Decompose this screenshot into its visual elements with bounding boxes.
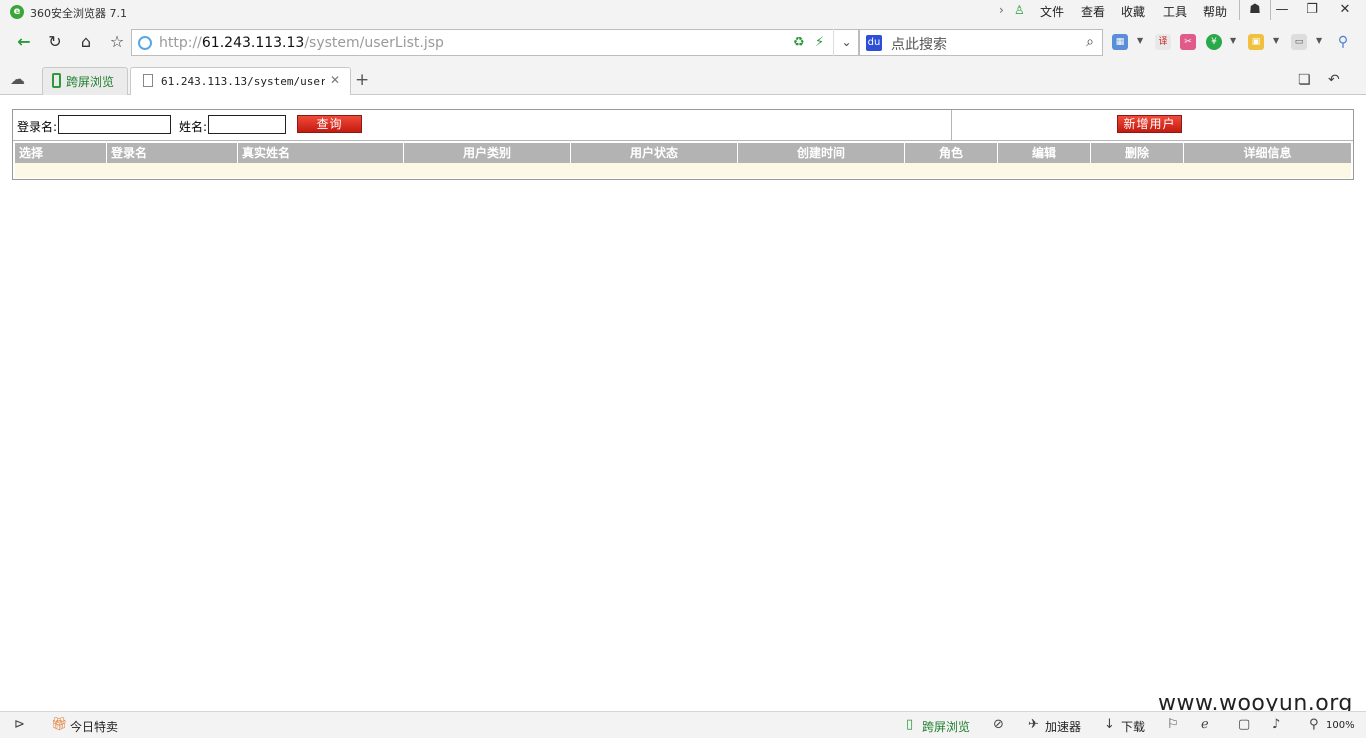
- address-bar[interactable]: http://61.243.113.13/system/userList.jsp…: [131, 29, 859, 56]
- chevron-right-icon[interactable]: ›: [999, 3, 1004, 17]
- add-user-button[interactable]: 新增用户: [1117, 115, 1182, 133]
- url-host: 61.243.113.13: [201, 35, 305, 51]
- query-button[interactable]: 查询: [297, 115, 362, 133]
- name-label: 姓名:: [179, 120, 208, 134]
- column-user-status: 用户状态: [571, 143, 738, 163]
- column-login-name: 登录名: [107, 143, 238, 163]
- tab-bar: ☁ 跨屏浏览 61.243.113.13/system/userLi: ✕: [0, 62, 1366, 96]
- column-role: 角色: [905, 143, 998, 163]
- split-view-link[interactable]: 跨屏浏览: [922, 718, 970, 735]
- lightning-icon[interactable]: ⚡: [815, 35, 824, 50]
- tab-user-list[interactable]: 61.243.113.13/system/userLi: ✕: [130, 67, 351, 96]
- shield-icon[interactable]: ¥: [1206, 34, 1222, 50]
- table-empty-row: [15, 163, 1351, 178]
- download-link[interactable]: 下载: [1121, 718, 1145, 735]
- translate-icon[interactable]: 译: [1155, 34, 1171, 50]
- form-divider: [951, 110, 952, 141]
- column-select: 选择: [15, 143, 107, 163]
- chevron-down-icon[interactable]: ⌄: [833, 29, 859, 56]
- volume-icon[interactable]: ♪: [1272, 717, 1280, 732]
- screenshot-icon[interactable]: ✂: [1180, 34, 1196, 50]
- menu-view[interactable]: 查看: [1081, 3, 1105, 20]
- login-name-label: 登录名:: [17, 120, 58, 134]
- baidu-icon[interactable]: du: [866, 35, 882, 51]
- search-input[interactable]: 点此搜索: [891, 34, 947, 54]
- security-icon[interactable]: ⊘: [993, 717, 1004, 732]
- table-header: 选择 登录名 真实姓名 用户类别 用户状态 创建时间 角色 编辑 删除 详细信息: [15, 143, 1351, 163]
- url-text[interactable]: http://61.243.113.13/system/userList.jsp: [159, 35, 444, 51]
- download-icon[interactable]: ↓: [1104, 717, 1115, 732]
- page-icon: [143, 74, 153, 87]
- ie-icon[interactable]: ℯ: [1201, 717, 1209, 732]
- accelerator-link[interactable]: 加速器: [1045, 718, 1081, 735]
- column-real-name: 真实姓名: [238, 143, 404, 163]
- magnifier-icon[interactable]: ⚲: [1335, 34, 1351, 50]
- caret-down-icon[interactable]: ▼: [1137, 36, 1143, 45]
- star-icon[interactable]: ☆: [104, 30, 130, 54]
- zoom-level[interactable]: 100%: [1326, 720, 1355, 731]
- name-input[interactable]: [208, 115, 286, 134]
- user-icon[interactable]: ♙: [1014, 3, 1025, 17]
- login-name-input[interactable]: [58, 115, 171, 134]
- search-form: 登录名: 姓名: 查询 新增用户: [13, 110, 1353, 141]
- flag-icon[interactable]: ⚐: [1167, 717, 1179, 732]
- menu-tools[interactable]: 工具: [1163, 3, 1187, 20]
- maximize-button[interactable]: ❐: [1296, 0, 1328, 20]
- user-list-panel: 登录名: 姓名: 查询 新增用户 选择 登录名 真实姓名 用户类别 用户状态 创…: [12, 109, 1354, 180]
- menu-help[interactable]: 帮助: [1203, 3, 1227, 20]
- page-content: 登录名: 姓名: 查询 新增用户 选择 登录名 真实姓名 用户类别 用户状态 创…: [0, 95, 1366, 711]
- column-user-type: 用户类别: [404, 143, 571, 163]
- status-bar: ⊳ 🎁︎ 今日特卖 ▯ 跨屏浏览 ⊘ ✈ 加速器 ↓ 下载 ⚐ ℯ ▢ ♪ ⚲ …: [0, 711, 1366, 738]
- minimize-button[interactable]: —: [1266, 0, 1298, 20]
- image-icon[interactable]: ▭: [1291, 34, 1307, 50]
- menu-file[interactable]: 文件: [1040, 3, 1064, 20]
- column-created-time: 创建时间: [738, 143, 905, 163]
- tab-split-view[interactable]: 跨屏浏览: [42, 67, 128, 95]
- column-details: 详细信息: [1243, 146, 1292, 160]
- url-prefix: http://: [159, 35, 202, 51]
- new-tab-icon[interactable]: +: [355, 70, 369, 90]
- menu-favorites[interactable]: 收藏: [1121, 3, 1145, 20]
- search-box[interactable]: du 点此搜索 ⌕: [859, 29, 1103, 56]
- tab-split-view-label: 跨屏浏览: [66, 75, 115, 89]
- browser-logo-icon: e: [10, 5, 24, 19]
- gift-icon[interactable]: 🎁︎: [51, 717, 68, 732]
- globe-icon: [138, 36, 152, 50]
- today-deals-link[interactable]: 今日特卖: [70, 718, 118, 735]
- caret-down-icon[interactable]: ▼: [1273, 36, 1279, 45]
- tab-title: 61.243.113.13/system/userLi:: [161, 75, 325, 88]
- apps-icon[interactable]: ▦: [1112, 34, 1128, 50]
- window-icon[interactable]: ▢: [1238, 717, 1250, 732]
- window-title: 360安全浏览器 7.1: [30, 7, 127, 20]
- home-icon[interactable]: ⌂: [73, 30, 99, 54]
- recycle-icon[interactable]: ♻: [793, 35, 805, 50]
- caret-down-icon[interactable]: ▼: [1316, 36, 1322, 45]
- zoom-icon[interactable]: ⚲: [1309, 717, 1319, 732]
- close-icon[interactable]: ✕: [330, 73, 340, 87]
- caret-down-icon[interactable]: ▼: [1230, 36, 1236, 45]
- game-icon[interactable]: ▣: [1248, 34, 1264, 50]
- sidebar-toggle-icon[interactable]: ⊳: [14, 717, 25, 732]
- search-icon[interactable]: ⌕: [1086, 34, 1094, 50]
- title-bar: e 360安全浏览器 7.1 › ♙ 文件 查看 收藏 工具 帮助 ☗ — ❐ …: [0, 0, 1366, 24]
- close-button[interactable]: ✕: [1329, 0, 1361, 20]
- column-delete: 删除: [1091, 143, 1184, 163]
- url-path: /system/userList.jsp: [304, 35, 444, 51]
- rocket-icon[interactable]: ✈: [1028, 717, 1039, 732]
- column-edit: 编辑: [998, 143, 1091, 163]
- phone-icon[interactable]: ▯: [906, 717, 913, 732]
- tab-list-icon[interactable]: ❏: [1298, 72, 1311, 88]
- refresh-icon[interactable]: ↻: [42, 30, 68, 54]
- cloud-icon[interactable]: ☁: [10, 70, 25, 88]
- back-icon[interactable]: ←: [11, 30, 37, 54]
- undo-icon[interactable]: ↶: [1328, 72, 1340, 88]
- phone-icon: [52, 73, 61, 88]
